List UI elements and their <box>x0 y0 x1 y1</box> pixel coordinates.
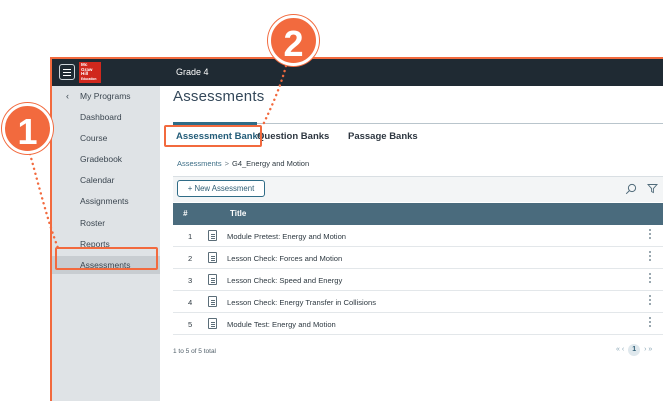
callout-step-2: 2 <box>268 15 319 66</box>
mcgraw-hill-logo: Mc Graw Hill Education <box>79 62 101 83</box>
prev-page-button[interactable]: ‹ <box>622 346 624 353</box>
sidebar-item-assignments[interactable]: Assignments <box>52 192 160 210</box>
assessment-title-link[interactable]: Lesson Check: Speed and Energy <box>227 276 342 285</box>
callout-step-1: 1 <box>2 103 53 154</box>
page-title: Assessments <box>173 88 265 105</box>
table-toolbar: + New Assessment <box>173 176 663 202</box>
sidebar-item-calendar[interactable]: Calendar <box>52 171 160 189</box>
more-options-icon[interactable] <box>649 251 652 264</box>
breadcrumb-separator: > <box>224 159 229 168</box>
breadcrumb-current: G4_Energy and Motion <box>232 159 310 168</box>
document-icon <box>208 230 217 241</box>
last-page-button[interactable]: » <box>648 346 652 353</box>
assessment-title-link[interactable]: Lesson Check: Forces and Motion <box>227 254 342 263</box>
document-icon <box>208 274 217 285</box>
assessment-title-link[interactable]: Module Pretest: Energy and Motion <box>227 232 346 241</box>
grade-label: Grade 4 <box>176 67 209 77</box>
more-options-icon[interactable] <box>649 295 652 308</box>
table-header: # Title <box>173 203 663 225</box>
highlight-assessment-banks-tab <box>164 125 262 147</box>
row-number: 5 <box>188 320 193 329</box>
table-row[interactable]: 3 Lesson Check: Speed and Energy <box>173 269 663 291</box>
table-row[interactable]: 1 Module Pretest: Energy and Motion <box>173 225 663 247</box>
sidebar-back-my-programs[interactable]: ‹ My Programs <box>52 87 160 105</box>
chevron-left-icon: ‹ <box>66 91 69 101</box>
sidebar-item-label: Roster <box>80 218 106 228</box>
document-icon <box>208 252 217 263</box>
sidebar-item-label: Calendar <box>80 175 115 185</box>
sidebar-item-label: Dashboard <box>80 112 122 122</box>
page-number-button[interactable]: 1 <box>628 344 641 356</box>
filter-icon[interactable] <box>647 183 658 194</box>
more-options-icon[interactable] <box>649 317 652 330</box>
sidebar-item-dashboard[interactable]: Dashboard <box>52 108 160 126</box>
row-number: 4 <box>188 298 193 307</box>
sidebar-item-label: Gradebook <box>80 154 123 164</box>
document-icon <box>208 318 217 329</box>
more-options-icon[interactable] <box>649 273 652 286</box>
assessment-title-link[interactable]: Lesson Check: Energy Transfer in Collisi… <box>227 298 376 307</box>
breadcrumb: Assessments > G4_Energy and Motion <box>177 159 309 168</box>
row-number: 3 <box>188 276 193 285</box>
logo-line: Education <box>81 76 97 81</box>
sidebar-item-gradebook[interactable]: Gradebook <box>52 150 160 168</box>
menu-icon <box>63 68 71 76</box>
results-count: 1 to 5 of 5 total <box>173 348 217 355</box>
row-number: 1 <box>188 232 193 241</box>
sidebar-item-course[interactable]: Course <box>52 129 160 147</box>
breadcrumb-link-assessments[interactable]: Assessments <box>177 159 222 168</box>
sidebar-item-roster[interactable]: Roster <box>52 214 160 232</box>
first-page-button[interactable]: « <box>616 346 620 353</box>
table-row[interactable]: 4 Lesson Check: Energy Transfer in Colli… <box>173 291 663 313</box>
divider <box>257 123 663 124</box>
column-header-title[interactable]: Title <box>230 209 246 218</box>
new-assessment-button[interactable]: + New Assessment <box>177 180 265 197</box>
tab-passage-banks[interactable]: Passage Banks <box>348 131 418 142</box>
hamburger-menu-button[interactable] <box>59 64 75 80</box>
tab-question-banks[interactable]: Question Banks <box>257 131 329 142</box>
sidebar: ‹ My Programs Dashboard Course Gradebook… <box>52 86 160 401</box>
pagination: « ‹ 1 › » <box>616 344 652 356</box>
sidebar-item-label: Assignments <box>80 196 129 206</box>
next-page-button[interactable]: › <box>644 346 646 353</box>
search-icon[interactable] <box>625 183 637 195</box>
table-row[interactable]: 5 Module Test: Energy and Motion <box>173 313 663 335</box>
assessment-title-link[interactable]: Module Test: Energy and Motion <box>227 320 336 329</box>
highlight-assessments-sidebar <box>55 247 158 270</box>
app-window: Mc Graw Hill Education Grade 4 ‹ My Prog… <box>50 57 663 401</box>
column-header-number[interactable]: # <box>183 209 187 218</box>
more-options-icon[interactable] <box>649 229 652 242</box>
screenshot-stage: Mc Graw Hill Education Grade 4 ‹ My Prog… <box>0 0 663 401</box>
sidebar-item-label: Course <box>80 133 108 143</box>
sidebar-item-label: My Programs <box>80 91 131 101</box>
top-bar: Mc Graw Hill Education Grade 4 <box>52 59 663 86</box>
document-icon <box>208 296 217 307</box>
table-row[interactable]: 2 Lesson Check: Forces and Motion <box>173 247 663 269</box>
row-number: 2 <box>188 254 193 263</box>
